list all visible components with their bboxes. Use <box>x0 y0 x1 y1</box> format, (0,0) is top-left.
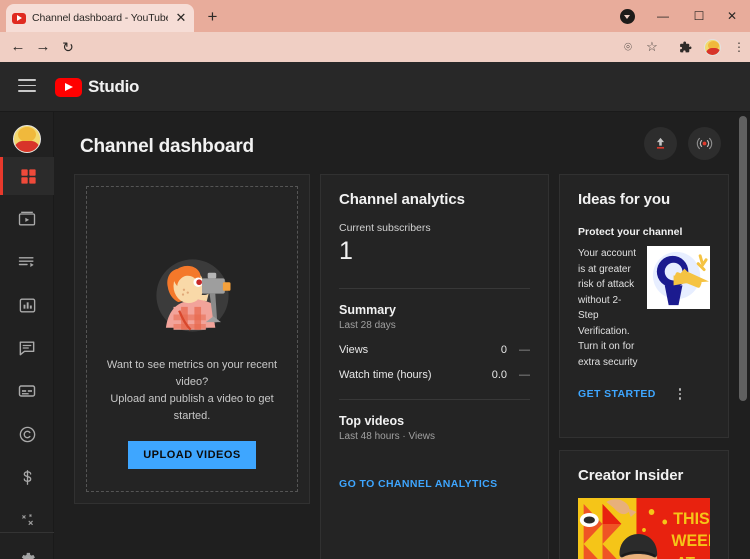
svg-text:AT: AT <box>676 555 695 559</box>
download-indicator-icon[interactable] <box>620 9 635 24</box>
window-close-button[interactable]: ✕ <box>714 0 750 32</box>
channel-analytics-card: Channel analytics Current subscribers 1 … <box>320 174 549 559</box>
top-videos-title: Top videos <box>339 413 405 428</box>
subscribers-label: Current subscribers <box>339 222 431 234</box>
summary-title: Summary <box>339 302 396 317</box>
top-videos-subtitle: Last 48 hours · Views <box>339 430 435 442</box>
youtube-icon <box>12 12 26 24</box>
back-icon[interactable]: ← <box>7 36 29 58</box>
metric-trend: — <box>519 343 530 356</box>
analytics-bar-chart-icon <box>19 297 35 313</box>
avatar <box>703 38 721 56</box>
browser-toolbar: ← → ↻ studio.youtube.com/channel/UCUTK-Q… <box>0 32 750 94</box>
content-videos-icon <box>18 211 36 226</box>
get-started-link[interactable]: GET STARTED <box>578 388 656 400</box>
keyhole-key-icon <box>647 246 710 309</box>
scrollbar-thumb[interactable] <box>739 116 747 401</box>
hamburger-icon[interactable] <box>18 79 36 93</box>
upload-dropzone[interactable]: Want to see metrics on your recent video… <box>86 186 298 492</box>
bookmark-star-icon[interactable]: ☆ <box>641 36 663 58</box>
videographer-illustration <box>145 248 240 343</box>
browser-tab[interactable]: Channel dashboard - YouTube St ✕ <box>6 4 194 32</box>
creator-insider-card: Creator Insider THIS WEEK AT YOUT <box>559 450 729 559</box>
upload-prompt-line2: Upload and publish a video to get starte… <box>110 392 274 422</box>
sidebar-item-settings[interactable] <box>0 540 54 559</box>
ideas-for-you-card: Ideas for you Protect your channel Your … <box>559 174 729 438</box>
main-content: Channel dashboard Want to see metrics on… <box>54 112 742 559</box>
dashboard-icon <box>21 168 36 184</box>
playlists-icon <box>18 257 34 267</box>
profile-avatar-icon[interactable] <box>701 36 723 58</box>
svg-text:THIS: THIS <box>673 509 710 529</box>
ideas-card-title: Ideas for you <box>578 191 671 208</box>
browser-window: Channel dashboard - YouTube St ✕ + — ☐ ✕… <box>0 0 750 559</box>
metric-value: 0 <box>500 343 507 356</box>
sidebar-item-dashboard[interactable] <box>0 157 54 195</box>
reload-icon[interactable]: ↻ <box>57 36 79 58</box>
metric-row-views: Views 0 — <box>339 344 530 356</box>
gear-icon <box>21 552 35 559</box>
minimize-button[interactable]: — <box>645 0 681 32</box>
go-live-button[interactable] <box>688 127 721 160</box>
sidebar-item-analytics[interactable] <box>0 286 54 324</box>
sidebar-item-monetization[interactable] <box>0 458 54 496</box>
page-title: Channel dashboard <box>80 136 254 157</box>
forward-icon[interactable]: → <box>32 36 54 58</box>
eye-blocked-icon[interactable]: ⌾ <box>617 36 639 58</box>
close-icon[interactable]: ✕ <box>174 11 188 25</box>
youtube-play-icon <box>55 77 82 97</box>
upload-prompt-card: Want to see metrics on your recent video… <box>74 174 310 504</box>
more-options-icon[interactable] <box>674 388 686 400</box>
divider <box>339 287 530 289</box>
dollar-monetization-icon <box>23 469 31 485</box>
ideas-card-body: Your account is at greater risk of attac… <box>578 248 638 368</box>
insider-video-thumbnail[interactable]: THIS WEEK AT YOUT <box>578 498 710 559</box>
upload-videos-button[interactable]: UPLOAD VIDEOS <box>128 441 256 469</box>
browser-menu-icon[interactable]: ⋮ <box>728 36 750 58</box>
upload-video-button[interactable] <box>644 127 677 160</box>
page-scrollbar[interactable] <box>736 112 750 559</box>
metric-trend: — <box>519 368 530 381</box>
tab-strip: Channel dashboard - YouTube St ✕ + — ☐ ✕ <box>0 0 750 32</box>
broadcast-live-icon <box>696 137 713 150</box>
studio-logo-text: Studio <box>88 77 140 96</box>
tab-title: Channel dashboard - YouTube St <box>32 12 168 24</box>
customization-sparkle-icon <box>21 513 33 525</box>
upload-prompt-line1: Want to see metrics on your recent video… <box>106 358 278 388</box>
copyright-icon <box>19 426 35 442</box>
sidebar <box>0 112 54 559</box>
summary-range: Last 28 days <box>339 319 396 331</box>
studio-header: Studio Search across your channel ? CREA… <box>0 62 750 163</box>
sidebar-channel-avatar[interactable] <box>13 125 41 153</box>
upload-arrow-icon <box>656 137 665 149</box>
sidebar-item-comments[interactable] <box>0 329 54 367</box>
svg-text:WEEK: WEEK <box>671 531 710 551</box>
subscribers-value: 1 <box>339 237 353 265</box>
extensions-puzzle-icon[interactable] <box>674 36 696 58</box>
sidebar-item-customization[interactable] <box>0 501 54 539</box>
sidebar-item-playlists[interactable] <box>0 243 54 281</box>
go-to-channel-analytics-link[interactable]: GO TO CHANNEL ANALYTICS <box>339 478 498 490</box>
studio-logo[interactable]: Studio <box>55 77 139 97</box>
new-tab-button[interactable]: + <box>203 8 222 27</box>
analytics-card-title: Channel analytics <box>339 191 465 208</box>
sidebar-item-content[interactable] <box>0 200 54 238</box>
sidebar-item-copyright[interactable] <box>0 415 54 453</box>
sidebar-item-subtitles[interactable] <box>0 372 54 410</box>
ideas-card-subtitle: Protect your channel <box>578 226 683 238</box>
subtitles-icon <box>18 385 36 397</box>
metric-row-watch-time: Watch time (hours) 0.0 — <box>339 369 530 381</box>
sidebar-divider <box>0 532 54 533</box>
metric-label: Views <box>339 343 369 356</box>
comments-icon <box>19 341 35 356</box>
metric-value: 0.0 <box>491 368 507 381</box>
metric-label: Watch time (hours) <box>339 368 432 381</box>
divider <box>339 398 530 400</box>
maximize-button[interactable]: ☐ <box>681 0 717 32</box>
insider-card-title: Creator Insider <box>578 467 684 484</box>
